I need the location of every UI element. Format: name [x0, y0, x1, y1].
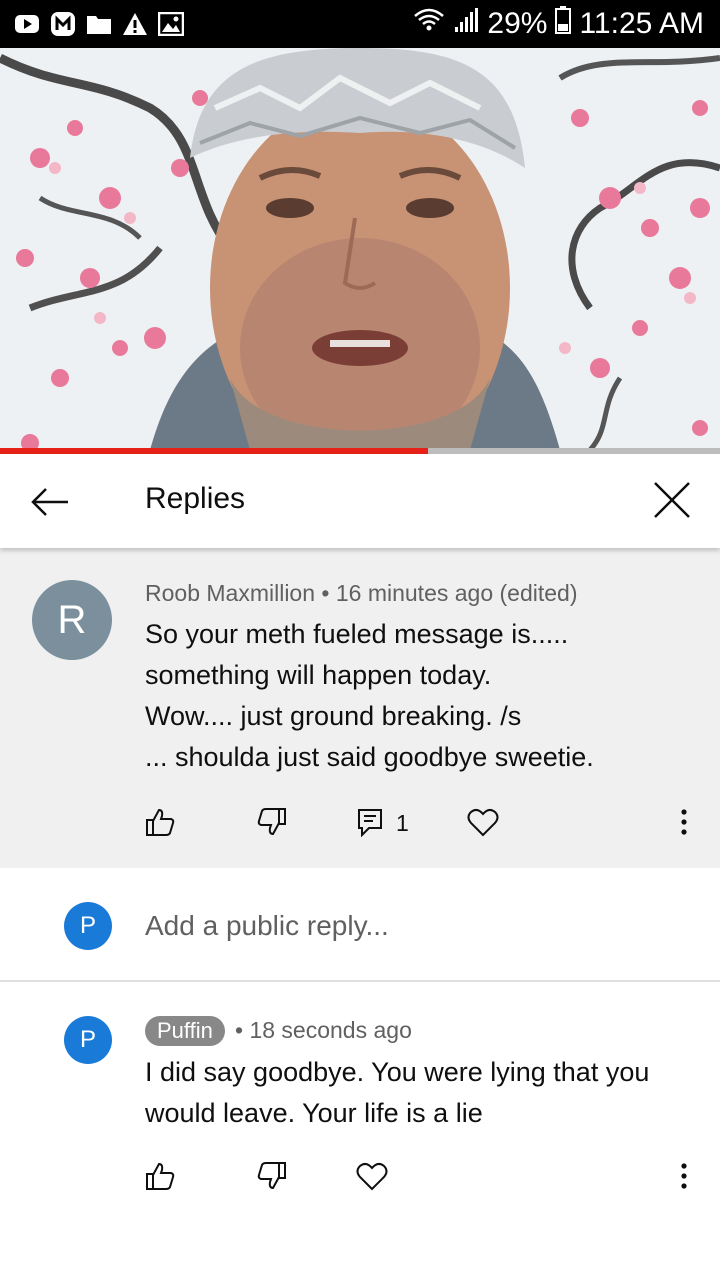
parent-comment: R Roob Maxmillion • 16 minutes ago (edit… — [0, 548, 720, 868]
comment-meta: Roob Maxmillion • 16 minutes ago (edited… — [145, 580, 578, 607]
status-right: 29% 11:25 AM — [413, 0, 704, 48]
avatar: P — [64, 902, 112, 950]
warning-icon — [122, 11, 148, 37]
more-options-icon[interactable] — [664, 1156, 704, 1196]
reply-line: would leave. Your life is a lie — [145, 1098, 483, 1128]
reply-time-line: • 18 seconds ago — [235, 1017, 412, 1044]
reply-author-badge[interactable]: Puffin — [145, 1016, 225, 1046]
more-options-icon[interactable] — [664, 802, 704, 842]
reply-line: I did say goodbye. You were lying that y… — [145, 1057, 650, 1087]
notification-icons — [0, 11, 184, 37]
battery-percent: 29% — [487, 7, 548, 40]
meta-separator: • — [235, 1017, 250, 1043]
back-arrow-icon[interactable] — [28, 480, 72, 524]
reply-text: I did say goodbye. You were lying that y… — [145, 1052, 649, 1134]
reply-comment: P Puffin • 18 seconds ago I did say good… — [0, 984, 720, 1280]
wifi-icon — [413, 7, 445, 41]
reply-count[interactable]: 1 — [396, 810, 409, 837]
status-bar: 29% 11:25 AM — [0, 0, 720, 48]
comment-time: 16 minutes ago (edited) — [335, 580, 578, 606]
comment-line: Wow.... just ground breaking. /s — [145, 701, 522, 731]
comment-author[interactable]: Roob Maxmillion — [145, 580, 315, 606]
like-icon[interactable] — [140, 1156, 180, 1196]
close-icon[interactable] — [650, 478, 694, 522]
dislike-icon[interactable] — [252, 802, 292, 842]
meta-separator: • — [321, 580, 336, 606]
battery-icon — [555, 6, 572, 42]
avatar[interactable]: P — [64, 1016, 112, 1064]
comment-line: ... shoulda just said goodbye sweetie. — [145, 742, 594, 772]
comment-line: something will happen today. — [145, 660, 492, 690]
heart-icon[interactable] — [352, 1156, 392, 1196]
m-app-icon — [50, 11, 76, 37]
youtube-icon — [14, 11, 40, 37]
reply-input[interactable]: Add a public reply... — [145, 910, 389, 942]
page-title: Replies — [145, 482, 246, 515]
avatar[interactable]: R — [32, 580, 112, 660]
gallery-icon — [158, 11, 184, 37]
comment-text: So your meth fueled message is..... some… — [145, 614, 594, 778]
comment-line: So your meth fueled message is..... — [145, 619, 569, 649]
replies-icon[interactable] — [350, 802, 390, 842]
video-frame — [0, 48, 720, 450]
reply-time: 18 seconds ago — [249, 1017, 412, 1043]
replies-header: Replies — [0, 454, 720, 548]
heart-icon[interactable] — [463, 802, 503, 842]
clock: 11:25 AM — [579, 7, 704, 40]
dislike-icon[interactable] — [252, 1156, 292, 1196]
video-player[interactable] — [0, 48, 720, 450]
signal-icon — [453, 7, 479, 41]
add-reply-row[interactable]: P Add a public reply... — [0, 868, 720, 982]
folder-icon — [86, 11, 112, 37]
like-icon[interactable] — [140, 802, 180, 842]
